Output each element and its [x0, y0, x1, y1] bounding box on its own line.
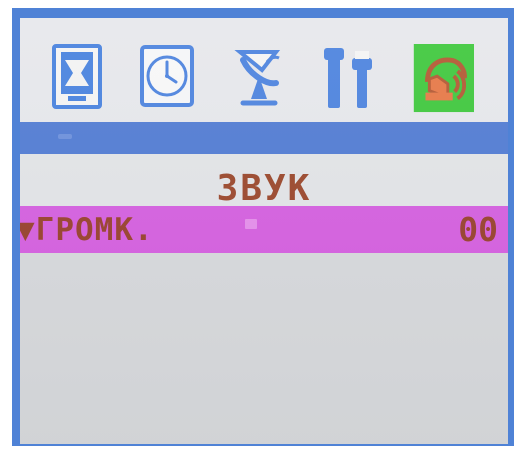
satellite-dish-menu-icon[interactable]: [230, 42, 288, 114]
separator-marker: [58, 134, 72, 139]
menu-separator: [20, 122, 508, 154]
tools-menu-icon[interactable]: [320, 42, 378, 114]
clock-menu-icon[interactable]: [138, 42, 196, 114]
volume-value: 00: [458, 210, 498, 249]
row-cursor: [245, 219, 257, 229]
volume-label-text: ГРОМК.: [35, 212, 154, 248]
empty-menu-area: [20, 253, 508, 444]
menu-icon-bar: [20, 18, 508, 122]
volume-label: ▼ГРОМК.: [20, 213, 154, 247]
volume-menu-row[interactable]: ▼ГРОМК. 00: [20, 206, 508, 253]
tv-osd-screen: ЗВУК ▼ГРОМК. 00: [0, 0, 514, 454]
osd-panel: ЗВУК ▼ГРОМК. 00: [20, 18, 508, 444]
picture-menu-icon[interactable]: [48, 42, 106, 114]
menu-title: ЗВУК: [216, 168, 312, 209]
selection-marker: ▼: [20, 212, 36, 248]
sound-menu-icon[interactable]: [410, 44, 474, 114]
